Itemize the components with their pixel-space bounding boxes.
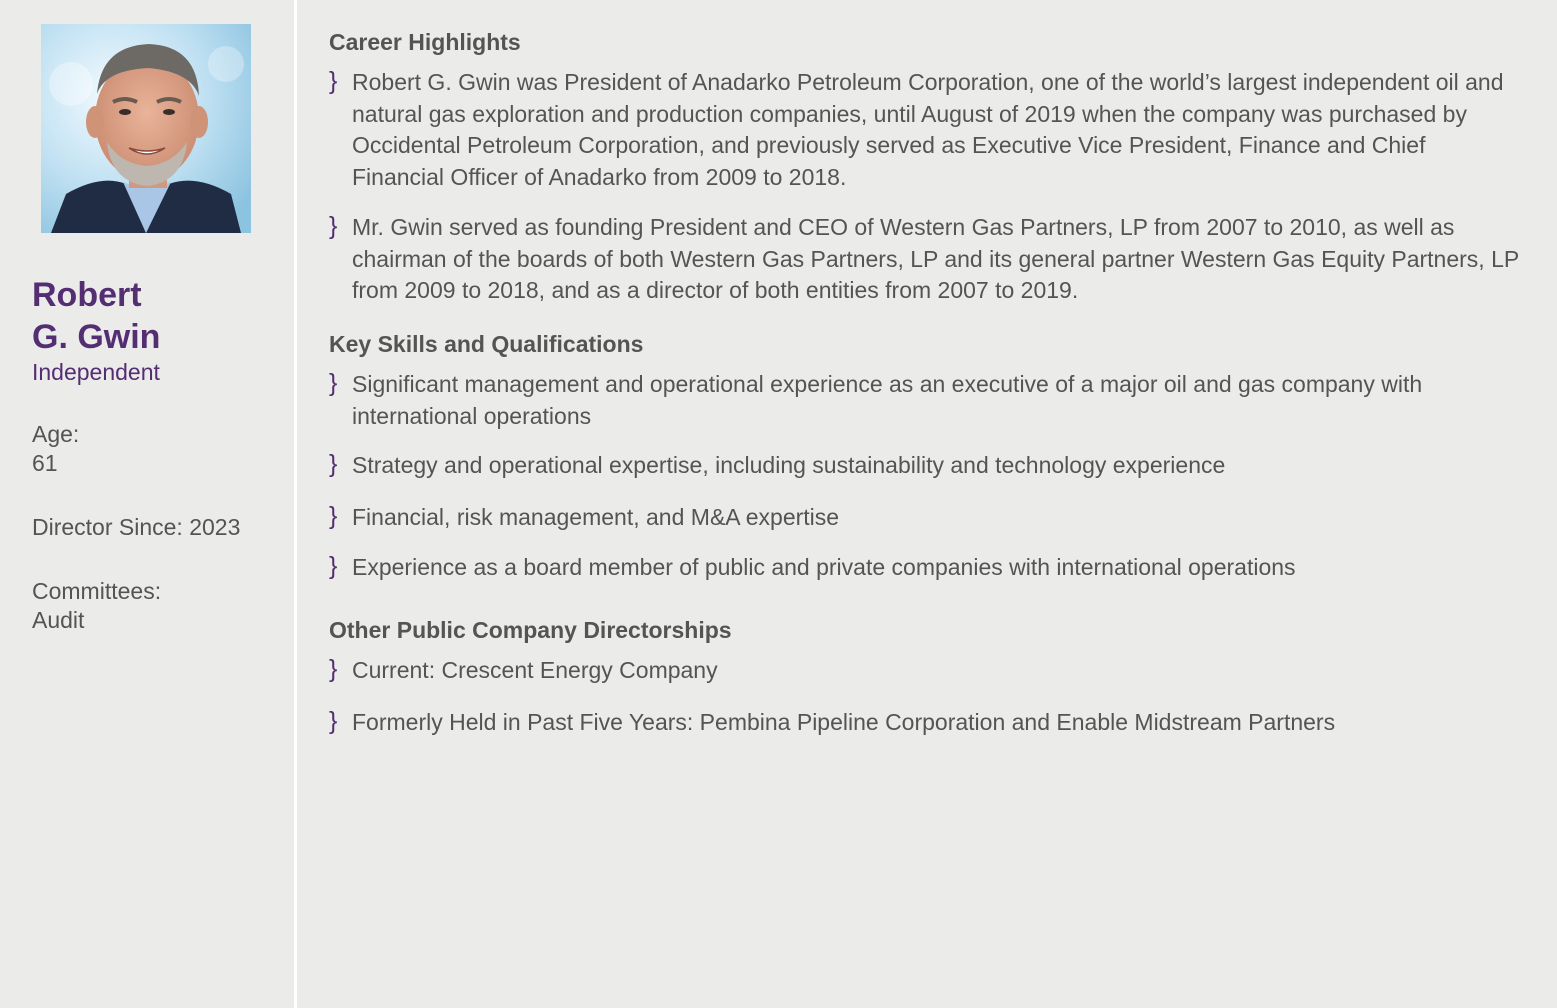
bullet-marker: } (329, 212, 338, 240)
age-value: 61 (32, 450, 58, 476)
director-name: Robert G. Gwin (32, 274, 282, 358)
skill-item-text: Strategy and operational expertise, incl… (352, 452, 1226, 478)
directorship-item-text: Current: Crescent Energy Company (352, 657, 718, 683)
director-since: Director Since: 2023 (32, 513, 240, 542)
career-item: } Mr. Gwin served as founding President … (329, 212, 1519, 307)
director-since-text: Director Since: 2023 (32, 514, 241, 540)
committees-block: Committees: Audit (32, 577, 161, 635)
skill-item: } Significant management and operational… (329, 369, 1519, 432)
bullet-marker: } (329, 67, 338, 95)
skill-item-text: Experience as a board member of public a… (352, 554, 1296, 580)
key-skills-heading: Key Skills and Qualifications (329, 331, 644, 357)
bullet-marker: } (329, 707, 338, 735)
career-highlights-heading: Career Highlights (329, 29, 521, 55)
skill-item: } Experience as a board member of public… (329, 552, 1519, 584)
directorships-heading: Other Public Company Directorships (329, 617, 732, 643)
career-item: } Robert G. Gwin was President of Anadar… (329, 67, 1519, 193)
committees-label: Committees: (32, 578, 162, 604)
directorship-item: } Current: Crescent Energy Company (329, 655, 1519, 687)
bullet-marker: } (329, 552, 338, 580)
bullet-marker: } (329, 450, 338, 478)
committees-value: Audit (32, 607, 85, 633)
skill-item: } Financial, risk management, and M&A ex… (329, 502, 1519, 534)
director-photo (41, 24, 251, 233)
directorship-item: } Formerly Held in Past Five Years: Pemb… (329, 707, 1519, 739)
profile-sidebar: Robert G. Gwin Independent Age: 61 Direc… (0, 0, 294, 1008)
age-label: Age: (32, 421, 80, 447)
skill-item-text: Significant management and operational e… (352, 371, 1423, 429)
career-item-text: Robert G. Gwin was President of Anadarko… (352, 69, 1504, 190)
director-name-line2: G. Gwin (32, 318, 161, 356)
director-name-line1: Robert (32, 276, 142, 314)
skill-item: } Strategy and operational expertise, in… (329, 450, 1519, 482)
bullet-marker: } (329, 369, 338, 397)
directorship-item-text: Formerly Held in Past Five Years: Pembin… (352, 709, 1336, 735)
column-divider (294, 0, 297, 1008)
age-block: Age: 61 (32, 420, 79, 478)
bullet-marker: } (329, 502, 338, 530)
career-item-text: Mr. Gwin served as founding President an… (352, 214, 1519, 303)
skill-item-text: Financial, risk management, and M&A expe… (352, 504, 840, 530)
bullet-marker: } (329, 655, 338, 683)
independence-status: Independent (32, 359, 160, 385)
